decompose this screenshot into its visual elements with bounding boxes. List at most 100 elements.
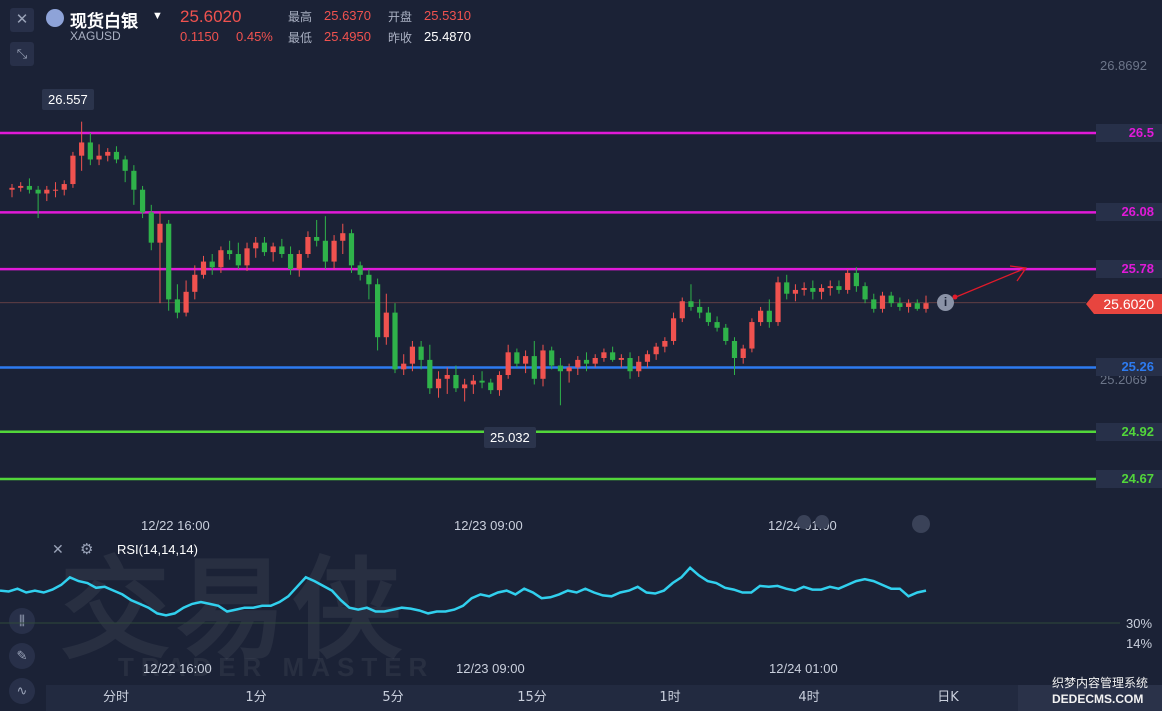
candle-body <box>549 350 555 366</box>
candle-body <box>522 356 529 364</box>
candle-body <box>157 223 163 243</box>
candle-body <box>514 352 520 364</box>
candle-body <box>235 254 241 266</box>
candle-body <box>662 340 668 347</box>
candle-body <box>758 310 764 323</box>
rsi-time-label-1: 12/22 16:00 <box>143 661 212 676</box>
candle-body <box>705 312 711 323</box>
candle-body <box>496 375 503 391</box>
candle-body <box>462 384 468 389</box>
candle-body <box>905 303 912 307</box>
candle-body <box>818 288 825 292</box>
rsi-time-label-3: 12/24 01:00 <box>769 661 838 676</box>
candle-body <box>174 299 180 313</box>
chart-type-icon[interactable]: ∿ <box>9 678 35 704</box>
candle-body <box>139 189 146 213</box>
candle-body <box>392 312 398 370</box>
level-tag-2: 25.78 <box>1096 260 1162 279</box>
candle-body <box>453 375 459 389</box>
candle-body <box>723 327 729 341</box>
candle-body <box>688 301 694 307</box>
candle-body <box>166 223 172 300</box>
level-tag-4: 24.92 <box>1096 422 1162 441</box>
candle-body <box>122 159 128 171</box>
candle-body <box>914 303 920 309</box>
tab-fenshi[interactable]: 分时 <box>76 685 156 711</box>
candle-body <box>131 170 137 190</box>
candle-body <box>583 359 590 364</box>
candle-body <box>105 151 111 156</box>
rsi-chart[interactable] <box>0 545 1162 655</box>
candle-body <box>79 142 85 156</box>
current-price-tag: 25.6020 <box>1086 294 1162 314</box>
candle-body <box>340 233 346 241</box>
info-icon[interactable]: i <box>937 294 954 311</box>
candle-body <box>348 233 355 266</box>
candle-body <box>618 357 624 360</box>
candle-body <box>740 348 746 358</box>
tab-1h[interactable]: 1时 <box>630 685 710 711</box>
candle-body <box>731 340 738 358</box>
candle-body <box>470 380 476 385</box>
candle-body <box>836 286 842 290</box>
tab-daily[interactable]: 日K <box>908 685 988 711</box>
candle-body <box>653 346 659 355</box>
candle-body <box>26 185 33 190</box>
candle-body <box>261 242 268 253</box>
candle-body <box>714 322 720 328</box>
candle-body <box>305 236 311 255</box>
candle-body <box>383 312 389 338</box>
scroll-dot-icon[interactable] <box>797 515 811 529</box>
candle-body <box>96 155 102 160</box>
candle-body <box>287 254 294 270</box>
level-tag-0: 26.5 <box>1096 124 1162 142</box>
timeframe-tabbar: 分时 1分 5分 15分 1时 4时 日K <box>46 685 1018 711</box>
candle-body <box>531 356 537 379</box>
rsi-level-high: 30% <box>1126 616 1153 631</box>
candle-body <box>366 274 372 285</box>
candle-body <box>479 380 485 383</box>
candle-body <box>897 303 903 307</box>
candle-body <box>244 248 250 266</box>
candle-body <box>375 284 381 338</box>
scroll-dot-icon[interactable] <box>912 515 930 533</box>
candle-body <box>792 289 799 294</box>
candle-body <box>61 184 67 190</box>
time-label-1: 12/22 16:00 <box>141 518 210 533</box>
candle-body <box>444 375 450 379</box>
candle-body <box>279 246 285 255</box>
candle-body <box>44 189 50 194</box>
candle-body <box>113 151 120 160</box>
candle-body <box>192 274 198 292</box>
candle-body <box>775 282 781 323</box>
tab-1min[interactable]: 1分 <box>216 685 296 711</box>
candle-body <box>357 265 363 275</box>
price-chart[interactable] <box>0 0 1162 540</box>
time-label-2: 12/23 09:00 <box>454 518 523 533</box>
candle-body <box>636 361 642 372</box>
tab-4h[interactable]: 4时 <box>769 685 849 711</box>
candle-body <box>52 189 59 191</box>
candle-body <box>810 288 816 292</box>
candle-body <box>227 250 233 255</box>
candle-body <box>879 295 886 309</box>
rsi-level-low: 14% <box>1126 636 1153 651</box>
candle-body <box>557 365 563 372</box>
candle-body <box>592 357 598 364</box>
scroll-dot-icon[interactable] <box>815 515 829 529</box>
candle-body <box>18 185 24 188</box>
candle-body <box>253 242 259 249</box>
corner-watermark-url: DEDECMS.COM <box>1052 692 1144 706</box>
level-tag-1: 26.08 <box>1096 203 1162 222</box>
candle-body <box>9 187 15 190</box>
tab-5min[interactable]: 5分 <box>353 685 433 711</box>
candle-body <box>697 306 703 313</box>
candle-body <box>427 359 433 389</box>
candle-body <box>296 254 302 270</box>
trend-arrow <box>955 267 1027 298</box>
tab-15min[interactable]: 15分 <box>492 685 572 711</box>
corner-watermark: 织梦内容管理系统 <box>1052 676 1149 690</box>
candle-body <box>270 246 276 253</box>
candle-body <box>766 310 772 323</box>
rsi-line <box>0 566 927 617</box>
